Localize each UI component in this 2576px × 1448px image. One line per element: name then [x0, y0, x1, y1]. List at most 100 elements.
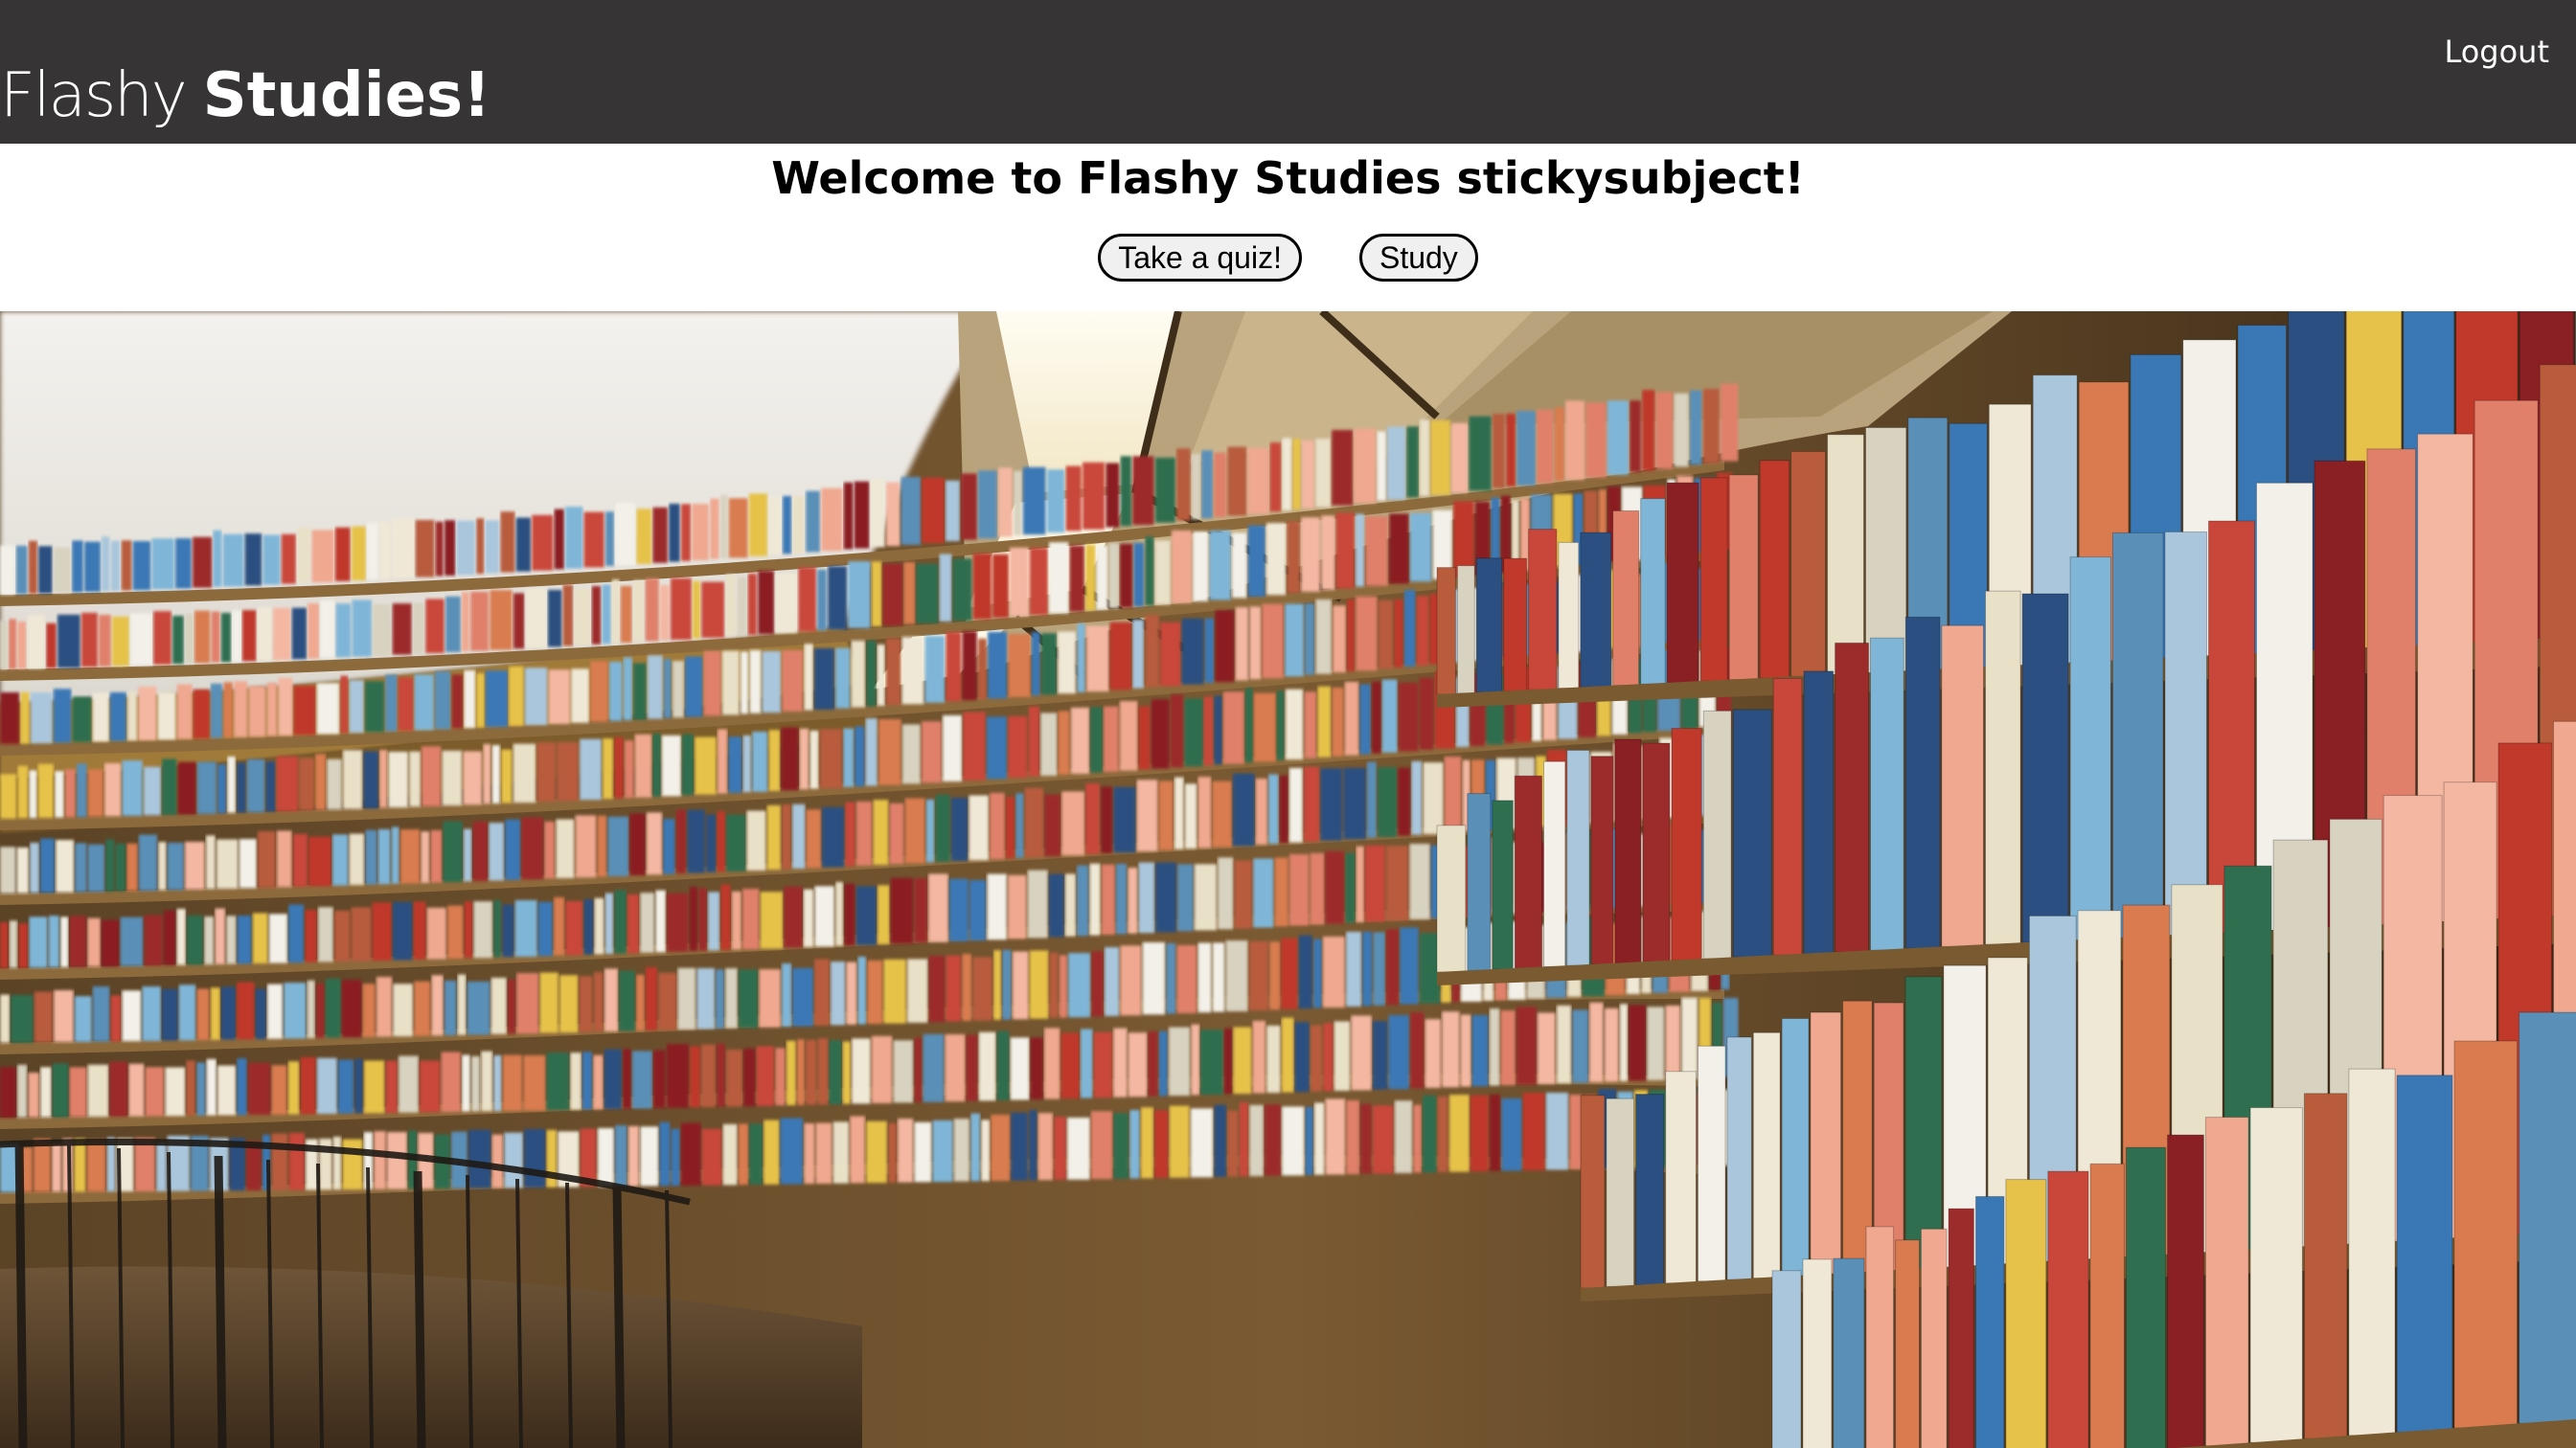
book-spine [1451, 422, 1469, 493]
take-quiz-button[interactable]: Take a quiz! [1098, 234, 1302, 282]
book-spine [481, 1051, 493, 1112]
book-spine [391, 826, 399, 884]
book-spine [393, 984, 414, 1037]
book-spine [296, 527, 311, 583]
book-spine [1356, 596, 1378, 671]
book-spine [1790, 450, 1826, 677]
book-spine [276, 830, 292, 888]
book-spine [1234, 860, 1253, 929]
book-spine [1244, 688, 1253, 762]
book-spine [580, 738, 602, 801]
book-spine [122, 990, 142, 1042]
book-spine [157, 691, 176, 740]
book-spine [1287, 521, 1301, 594]
book-spine [1262, 603, 1284, 679]
book-spine [1346, 1100, 1359, 1175]
book-spine [593, 1054, 604, 1110]
book-spine [865, 718, 878, 786]
book-spine [1752, 1031, 1781, 1279]
book-spine [315, 754, 327, 810]
book-spine [570, 1052, 581, 1110]
book-spine [593, 972, 604, 1032]
book-spine [1028, 706, 1040, 777]
book-spine [1082, 462, 1106, 530]
book-spine [142, 986, 161, 1041]
book-spine [1333, 605, 1346, 673]
book-spine [1288, 854, 1310, 926]
book-spine [1436, 825, 1467, 973]
book-spine [1365, 516, 1388, 586]
book-spine [412, 602, 425, 654]
book-spine [1398, 767, 1411, 836]
book-spine [1315, 439, 1332, 508]
book-spine [1093, 1031, 1113, 1098]
book-spine [57, 614, 80, 668]
logout-link[interactable]: Logout [2444, 31, 2549, 73]
book-spine [762, 650, 782, 713]
book-spine [1810, 1011, 1842, 1276]
welcome-section: Welcome to Flashy Studies stickysubject!… [0, 144, 2576, 311]
study-button[interactable]: Study [1358, 234, 1478, 282]
book-spine [367, 522, 378, 580]
book-spine [1022, 466, 1046, 535]
book-spine [451, 674, 464, 729]
book-spine [747, 574, 758, 635]
book-spine [17, 1064, 28, 1118]
book-spine [591, 586, 602, 645]
book-spine [1080, 1029, 1093, 1098]
book-spine [0, 545, 15, 595]
book-spine [1145, 536, 1154, 606]
book-spine [308, 603, 320, 659]
book-spine [163, 910, 176, 965]
book-spine [661, 735, 681, 797]
book-spine [962, 631, 977, 701]
site-logo[interactable]: Flashy Studies! [0, 57, 490, 134]
book-spine [1274, 857, 1288, 927]
book-spine [37, 763, 54, 819]
book-spine [1604, 1007, 1619, 1082]
book-spine [815, 1122, 832, 1184]
book-spine [1554, 407, 1565, 482]
book-spine [1292, 439, 1301, 509]
book-spine [1489, 1095, 1501, 1171]
book-spine [337, 1059, 354, 1114]
book-spine [1113, 1113, 1129, 1179]
book-spine [1589, 1002, 1604, 1083]
book-spine [69, 1067, 87, 1118]
book-spine [1681, 997, 1698, 1079]
book-spine [1835, 642, 1869, 953]
book-spine [1372, 1105, 1394, 1174]
book-spine [689, 887, 698, 952]
book-spine [28, 1073, 39, 1118]
book-spine [223, 682, 233, 738]
book-spine [74, 1138, 86, 1192]
book-spine [1128, 1032, 1148, 1097]
book-spine [524, 1129, 546, 1188]
book-spine [143, 766, 162, 816]
book-spine [1113, 1028, 1128, 1097]
book-spine [1460, 1014, 1471, 1087]
book-spine [1377, 431, 1386, 501]
book-spine [1315, 599, 1333, 674]
book-spine [463, 751, 483, 805]
book-spine [1091, 951, 1104, 1017]
book-spine [1492, 800, 1514, 970]
book-spine [857, 957, 867, 1025]
book-spine [742, 735, 752, 793]
book-spine [516, 973, 539, 1034]
book-spine [1343, 767, 1366, 840]
book-spine [1108, 543, 1119, 609]
book-spine [590, 661, 608, 722]
book-spine [257, 607, 272, 661]
book-spine [1154, 540, 1171, 605]
book-spine [1323, 1023, 1334, 1092]
book-spine [385, 674, 398, 732]
book-spine [1471, 1015, 1489, 1087]
book-spine [620, 585, 632, 644]
book-spine [457, 974, 467, 1035]
book-spine [784, 886, 803, 948]
book-spine [266, 682, 278, 736]
book-spine [1492, 414, 1506, 488]
book-spine [101, 536, 110, 592]
book-spine [809, 730, 819, 789]
